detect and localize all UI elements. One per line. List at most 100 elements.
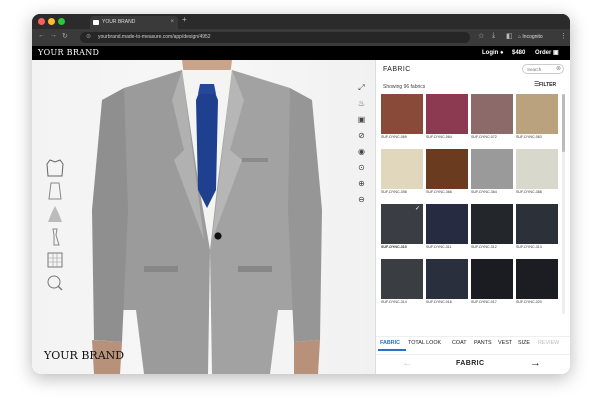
fabric-swatch[interactable]: SUF-DYNC-314 <box>381 259 423 304</box>
tab-coat[interactable]: COAT <box>452 340 467 346</box>
fabric-swatch-label: SUF-DYNC-398 <box>381 190 407 194</box>
browser-window: YOUR BRAND × + ← → ↻ ⊜ yourbrand.made-to… <box>32 14 570 374</box>
fabric-swatch-label: SUF-DYNC-016 <box>426 300 452 304</box>
tab-fabric[interactable]: FABRIC <box>380 340 400 346</box>
back-icon[interactable]: ← <box>38 32 45 39</box>
fabric-swatch-image[interactable] <box>426 149 468 189</box>
fabric-swatch[interactable]: SUF-DYNC-313 <box>516 204 558 249</box>
search-icon[interactable]: ⊗ <box>556 65 561 72</box>
login-link[interactable]: Login ● <box>482 46 504 60</box>
body-part-icon[interactable] <box>45 204 65 224</box>
jacket-part-icon[interactable] <box>45 158 65 178</box>
zoom-in-icon[interactable]: ⊕ <box>356 178 367 189</box>
download-icon[interactable]: ⤓ <box>492 32 495 40</box>
new-tab-button[interactable]: + <box>182 15 187 24</box>
fabric-swatch[interactable]: SUF-DYNC-017 <box>471 259 513 304</box>
fabric-swatch-label: SUF-DYNC-310 <box>381 245 407 249</box>
fabric-swatch-image[interactable] <box>381 94 423 134</box>
eye-icon[interactable]: ◉ <box>356 146 367 157</box>
next-arrow-icon[interactable]: → <box>530 357 541 369</box>
url-toolbar: ← → ↻ ⊜ yourbrand.made-to-measure.com/ap… <box>32 29 570 46</box>
fabric-swatch-image[interactable] <box>426 259 468 299</box>
fabric-part-icon[interactable] <box>45 250 65 270</box>
tab-review[interactable]: REVIEW <box>538 340 559 346</box>
menu-kebab-icon[interactable]: ⋮ <box>560 32 567 40</box>
fabric-swatch[interactable]: SUF-DYNC-398 <box>381 149 423 194</box>
incognito-indicator[interactable]: ⌂ Incognito <box>518 32 543 43</box>
order-label: Order <box>535 50 552 56</box>
reload-icon[interactable]: ↻ <box>62 32 68 40</box>
close-window-button[interactable] <box>38 18 45 25</box>
fabric-swatch-image[interactable]: ✓ <box>381 204 423 244</box>
browser-tab[interactable]: YOUR BRAND × <box>90 16 178 29</box>
sidebar-icon[interactable]: ◧ <box>506 32 513 40</box>
hide-icon[interactable]: ⊘ <box>356 130 367 141</box>
tie-part-icon[interactable] <box>45 227 65 247</box>
fullscreen-icon[interactable]: ⤢ <box>356 82 367 93</box>
prev-arrow-icon[interactable]: ← <box>402 357 413 369</box>
fabric-swatch[interactable]: SUF-DYNC-069 <box>381 94 423 139</box>
fabric-swatch[interactable]: SUF-DYNC-311 <box>426 204 468 249</box>
shirt-part-icon[interactable] <box>45 181 65 201</box>
fabric-swatch-image[interactable] <box>516 204 558 244</box>
fabric-swatch[interactable]: ✓ SUF-DYNC-310 <box>381 204 423 249</box>
zoom-out-icon[interactable]: ⊖ <box>356 194 367 205</box>
fabric-swatch-image[interactable] <box>426 94 468 134</box>
incognito-label: Incognito <box>522 34 543 40</box>
forward-icon[interactable]: → <box>50 32 57 39</box>
tab-vest[interactable]: VEST <box>498 340 512 346</box>
fabric-swatch[interactable]: SUF-DYNC-072 <box>471 94 513 139</box>
fabric-swatch-label: SUF-DYNC-063 <box>516 135 542 139</box>
fabric-swatch-image[interactable] <box>381 149 423 189</box>
fabric-swatch-label: SUF-DYNC-314 <box>381 300 407 304</box>
fabric-panel: FABRIC ⊗ Showing 96 fabrics ☰ FILTER SUF… <box>375 60 570 374</box>
fabric-swatch-label: SUF-DYNC-364 <box>471 190 497 194</box>
zoom-detail-icon[interactable]: ⊙ <box>356 162 367 173</box>
step-navigation: ← FABRIC → <box>376 354 570 374</box>
fabric-swatch-image[interactable] <box>471 259 513 299</box>
tab-total-look[interactable]: TOTAL LOOK <box>408 340 441 346</box>
maximize-window-button[interactable] <box>58 18 65 25</box>
fabric-swatch[interactable]: SUF-DYNC-020 <box>516 259 558 304</box>
fabric-swatch-image[interactable] <box>471 149 513 189</box>
fabric-swatch-label: SUF-DYNC-366 <box>426 190 452 194</box>
fabric-swatch[interactable]: SUF-DYNC-312 <box>471 204 513 249</box>
fabric-swatch-label: SUF-DYNC-313 <box>516 245 542 249</box>
order-button[interactable]: Order ▣ <box>535 46 559 60</box>
fabric-swatch[interactable]: SUF-DYNC-063 <box>516 94 558 139</box>
fabric-swatch-image[interactable] <box>516 259 558 299</box>
tab-close-icon[interactable]: × <box>170 16 174 29</box>
fabric-swatch-label: SUF-DYNC-368 <box>516 190 542 194</box>
tab-size[interactable]: SIZE <box>518 340 530 346</box>
panel-title: FABRIC <box>383 66 411 73</box>
fabric-swatch-image[interactable] <box>471 94 513 134</box>
save-icon[interactable]: ▣ <box>356 114 367 125</box>
minimize-window-button[interactable] <box>48 18 55 25</box>
fabric-swatch-image[interactable] <box>516 149 558 189</box>
fabric-swatch-image[interactable] <box>426 204 468 244</box>
tab-pants[interactable]: PANTS <box>474 340 492 346</box>
title-bar: YOUR BRAND × + <box>32 14 570 29</box>
url-text: yourbrand.made-to-measure.com/app/design… <box>98 34 211 40</box>
detail-part-icon[interactable] <box>45 273 65 293</box>
brand-logo[interactable]: YOUR BRAND <box>38 47 99 59</box>
fabric-swatch[interactable]: SUF-DYNC-366 <box>426 149 468 194</box>
fabric-swatch[interactable]: SUF-DYNC-064 <box>426 94 468 139</box>
scroll-thumb[interactable] <box>562 94 565 152</box>
login-label: Login <box>482 50 499 56</box>
flame-icon[interactable]: ♨ <box>356 98 367 109</box>
fabric-swatch-image[interactable] <box>516 94 558 134</box>
bookmark-star-icon[interactable]: ☆ <box>478 32 484 40</box>
site-info-icon[interactable]: ⊜ <box>86 32 91 43</box>
filter-button[interactable]: FILTER <box>539 82 556 88</box>
current-step-label: FABRIC <box>456 360 485 367</box>
fabric-swatch[interactable]: SUF-DYNC-368 <box>516 149 558 194</box>
fabric-swatch[interactable]: SUF-DYNC-364 <box>471 149 513 194</box>
fabric-swatch-image[interactable] <box>381 259 423 299</box>
brand-watermark: YOUR BRAND <box>44 349 125 362</box>
fabric-swatch-image[interactable] <box>471 204 513 244</box>
address-bar[interactable]: ⊜ yourbrand.made-to-measure.com/app/desi… <box>80 32 470 43</box>
fabric-swatch[interactable]: SUF-DYNC-016 <box>426 259 468 304</box>
site-header: YOUR BRAND Login ● $480 Order ▣ <box>32 46 570 60</box>
fabric-scrollbar[interactable] <box>562 94 565 314</box>
